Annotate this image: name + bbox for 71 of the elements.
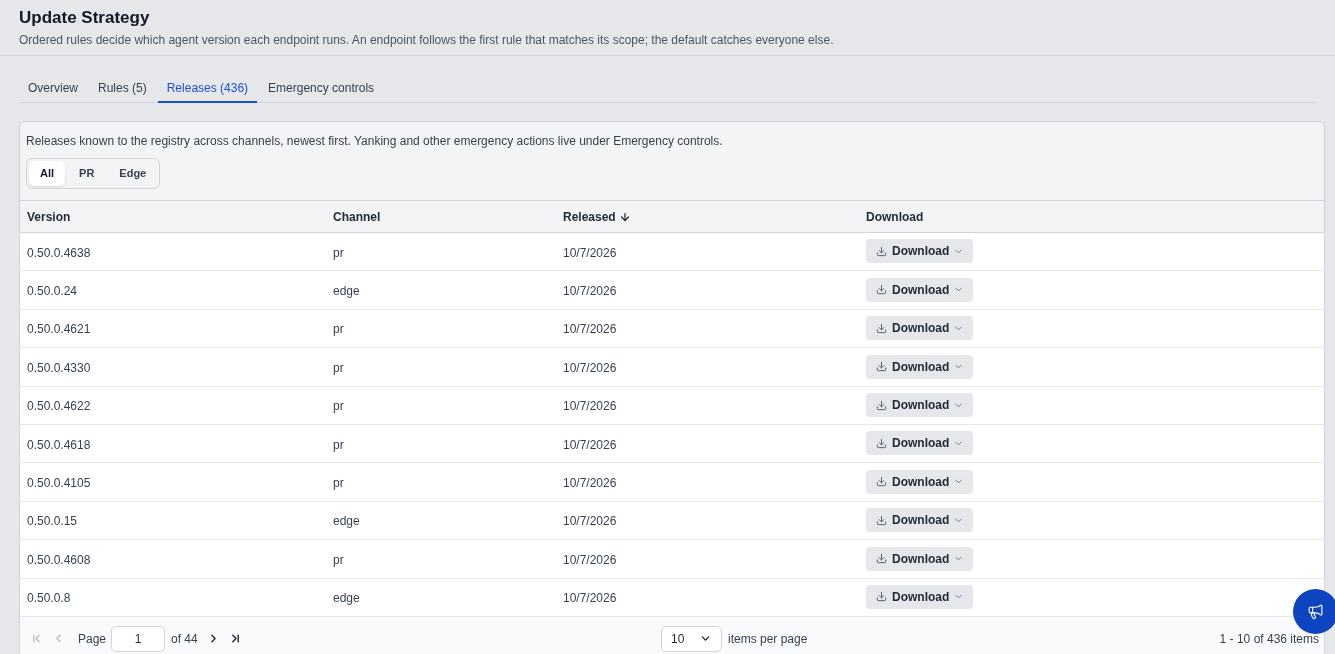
table-cell: edge: [333, 591, 360, 606]
table-cell: 0.50.0.4621: [27, 322, 91, 337]
table-cell: 10/7/2026: [563, 591, 617, 606]
table-cell: 0.50.0.24: [27, 284, 78, 299]
download-icon: [876, 437, 887, 449]
tab[interactable]: Releases (436): [157, 75, 258, 103]
items-range: 1 - 10 of 436 items: [1219, 630, 1319, 648]
download-button[interactable]: Download: [866, 508, 974, 533]
download-icon: [876, 514, 887, 526]
table-cell: pr: [333, 399, 344, 414]
table-cell: 10/7/2026: [563, 552, 617, 567]
table-cell: 0.50.0.4622: [27, 399, 91, 414]
download-button[interactable]: Download: [866, 277, 974, 302]
table-cell: pr: [333, 322, 344, 337]
table-cell: 10/7/2026: [563, 437, 617, 452]
download-icon: [876, 399, 887, 411]
filter-tab[interactable]: PR: [68, 161, 106, 186]
table-cell: pr: [333, 360, 344, 375]
filter-tab[interactable]: All: [29, 161, 66, 186]
megaphone-icon: [1307, 603, 1324, 620]
download-icon: [876, 245, 887, 257]
table-cell: 10/7/2026: [563, 360, 617, 375]
table-cell: 10/7/2026: [563, 284, 617, 299]
download-button[interactable]: Download: [866, 354, 974, 379]
filter-tab[interactable]: Edge: [108, 161, 158, 186]
tab[interactable]: Rules (5): [89, 75, 156, 103]
column-header: Version: [27, 208, 71, 226]
table-cell: 10/7/2026: [563, 514, 617, 529]
page-title: Update Strategy: [19, 7, 150, 29]
page-input[interactable]: 1: [111, 625, 166, 652]
table-cell: 0.50.0.15: [27, 514, 78, 529]
page-size-label: items per page: [728, 630, 808, 648]
tab[interactable]: Emergency controls: [259, 75, 384, 103]
tab[interactable]: Overview: [19, 75, 87, 103]
table-cell: 10/7/2026: [563, 399, 617, 414]
table-cell: pr: [333, 476, 344, 491]
table-cell: 10/7/2026: [563, 476, 617, 491]
table-cell: edge: [333, 284, 360, 299]
download-button[interactable]: Download: [866, 316, 974, 341]
table-cell: 10/7/2026: [563, 245, 617, 260]
download-button[interactable]: Download: [866, 584, 974, 609]
download-button[interactable]: Download: [866, 469, 974, 494]
page-label: Page: [78, 630, 107, 648]
table-cell: 10/7/2026: [563, 322, 617, 337]
table-cell: pr: [333, 437, 344, 452]
column-header: Released: [563, 208, 616, 226]
download-button[interactable]: Download: [866, 546, 974, 571]
page-size-select[interactable]: 10: [661, 625, 722, 652]
download-button[interactable]: Download: [866, 393, 974, 417]
download-icon: [876, 361, 887, 373]
table-cell: 0.50.0.4638: [27, 245, 91, 260]
table-cell: 0.50.0.8: [27, 591, 71, 606]
download-button[interactable]: Download: [866, 431, 974, 456]
table-cell: edge: [333, 514, 360, 529]
page-count: of 44: [171, 630, 198, 648]
download-icon: [876, 591, 887, 603]
table-cell: pr: [333, 245, 344, 260]
table-cell: 0.50.0.4618: [27, 437, 91, 452]
table-cell: 0.50.0.4608: [27, 552, 91, 567]
table-cell: pr: [333, 552, 344, 567]
download-icon: [876, 553, 887, 565]
download-icon: [876, 284, 887, 296]
page-description: Ordered rules decide which agent version each endpoint runs. An endpoint follows the first rule that matches its scope; the default catches everyone else.: [19, 32, 834, 48]
download-button[interactable]: Download: [866, 239, 974, 264]
table-cell: 0.50.0.4105: [27, 476, 91, 491]
table-cell: 0.50.0.4330: [27, 360, 91, 375]
column-header: Channel: [333, 208, 381, 226]
releases-description: Releases known to the registry across channels, newest first. Yanking and other emergency actions live under Emergency controls.: [26, 133, 723, 149]
download-icon: [876, 476, 887, 488]
download-icon: [876, 322, 887, 334]
column-header: Download: [866, 208, 924, 226]
